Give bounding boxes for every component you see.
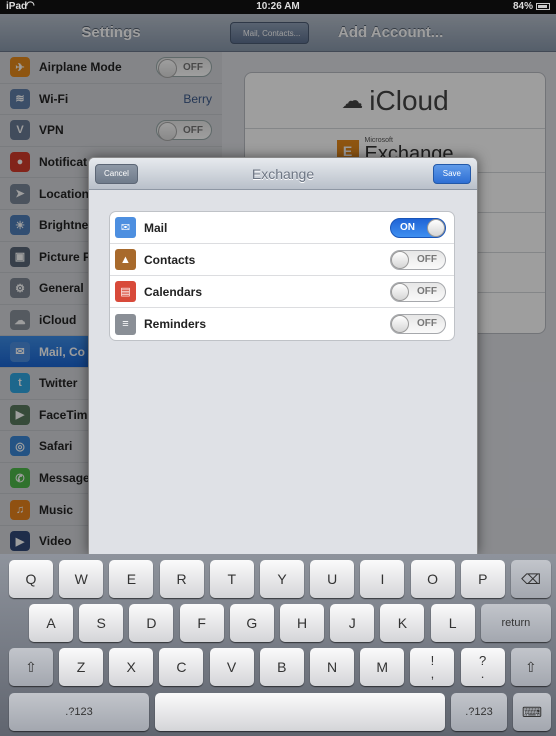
- key-k[interactable]: K: [380, 604, 425, 642]
- key-z[interactable]: Z: [59, 648, 103, 686]
- toggle-state: OFF: [417, 254, 437, 265]
- numbers-key[interactable]: .?123: [451, 693, 507, 731]
- key-r[interactable]: R: [159, 560, 204, 598]
- reminders-icon: ≡: [115, 313, 136, 335]
- toggle-knob: [391, 283, 409, 301]
- toggle-knob: [391, 251, 409, 269]
- toggle-state: OFF: [417, 286, 437, 297]
- key-u[interactable]: U: [310, 560, 355, 598]
- clock: 10:26 AM: [256, 1, 300, 12]
- status-bar: iPad ◠ 10:26 AM 84%: [0, 0, 556, 14]
- toggle-switch[interactable]: OFF: [390, 250, 446, 270]
- sync-toggle-list: ✉ Mail ON ▲ Contacts OFF ▤ Calendars OFF ≡ Reminde…: [109, 211, 455, 341]
- toggle-state: ON: [400, 222, 415, 233]
- key-a[interactable]: A: [29, 604, 73, 642]
- sync-row-label: Calendars: [144, 284, 203, 299]
- modal-header: Cancel Exchange Save: [89, 158, 477, 190]
- key-bottom-char: ,: [430, 666, 435, 681]
- toggle-knob: [427, 219, 445, 237]
- sync-row-calendars: ▤ Calendars OFF: [110, 276, 454, 308]
- sync-row-reminders: ≡ Reminders OFF: [110, 308, 454, 340]
- toggle-state: OFF: [417, 318, 437, 329]
- key-i[interactable]: I: [360, 560, 405, 598]
- key-x[interactable]: X: [109, 648, 154, 686]
- key-g[interactable]: G: [229, 604, 274, 642]
- key-w[interactable]: W: [59, 560, 104, 598]
- key-c[interactable]: C: [159, 648, 204, 686]
- calendar-icon: ▤: [115, 281, 136, 302]
- battery-percent: 84%: [512, 1, 533, 12]
- backspace-icon[interactable]: ⌫: [511, 560, 551, 598]
- space-bar[interactable]: [155, 693, 445, 731]
- return-key[interactable]: return: [480, 604, 551, 642]
- key-s[interactable]: S: [79, 604, 124, 642]
- sync-row-mail: ✉ Mail ON: [110, 212, 454, 244]
- sync-row-contacts: ▲ Contacts OFF: [110, 244, 454, 276]
- sync-row-label: Reminders: [144, 317, 207, 331]
- key-j[interactable]: J: [330, 604, 375, 642]
- contacts-icon: ▲: [115, 249, 136, 270]
- key-o[interactable]: O: [410, 560, 455, 598]
- numbers-key[interactable]: .?123: [9, 693, 149, 731]
- key-m[interactable]: M: [360, 648, 405, 686]
- key-p[interactable]: P: [460, 560, 505, 598]
- toggle-knob: [391, 315, 409, 333]
- toggle-switch[interactable]: OFF: [390, 282, 446, 302]
- key-l[interactable]: L: [430, 604, 475, 642]
- sync-row-label: Mail: [144, 220, 168, 235]
- key-q[interactable]: Q: [9, 560, 53, 598]
- key-n[interactable]: N: [310, 648, 354, 686]
- key-v[interactable]: V: [209, 648, 254, 686]
- sync-row-label: Contacts: [144, 252, 196, 267]
- key-h[interactable]: H: [280, 604, 324, 642]
- shift-icon[interactable]: ⇧: [510, 648, 551, 686]
- battery-indicator: 84%: [513, 1, 550, 12]
- toggle-switch[interactable]: OFF: [390, 314, 446, 334]
- mail-icon: ✉: [115, 217, 136, 238]
- key-exclamation-comma[interactable]: !,: [410, 648, 455, 686]
- key-f[interactable]: F: [179, 604, 224, 642]
- toggle-switch[interactable]: ON: [390, 218, 446, 238]
- save-button[interactable]: Save: [432, 164, 471, 184]
- shift-icon[interactable]: ⇧: [9, 648, 53, 686]
- key-d[interactable]: D: [129, 604, 174, 642]
- on-screen-keyboard: Q W E R T Y U I O P ⌫ A S D F G H J K Lreturn ⇧ Z X C V B N M!,?. ⇧.…: [0, 554, 556, 736]
- battery-icon: [536, 3, 550, 10]
- key-t[interactable]: T: [209, 560, 254, 598]
- modal-title: Exchange: [251, 166, 315, 182]
- key-bottom-char: .: [480, 666, 485, 681]
- key-y[interactable]: Y: [260, 560, 304, 598]
- key-question-period[interactable]: ?.: [460, 648, 505, 686]
- keyboard-hide-icon[interactable]: ⌨: [513, 693, 551, 731]
- key-e[interactable]: E: [109, 560, 154, 598]
- key-b[interactable]: B: [259, 648, 304, 686]
- exchange-modal: Cancel Exchange Save ✉ Mail ON ▲ Contacts OFF…: [88, 157, 478, 554]
